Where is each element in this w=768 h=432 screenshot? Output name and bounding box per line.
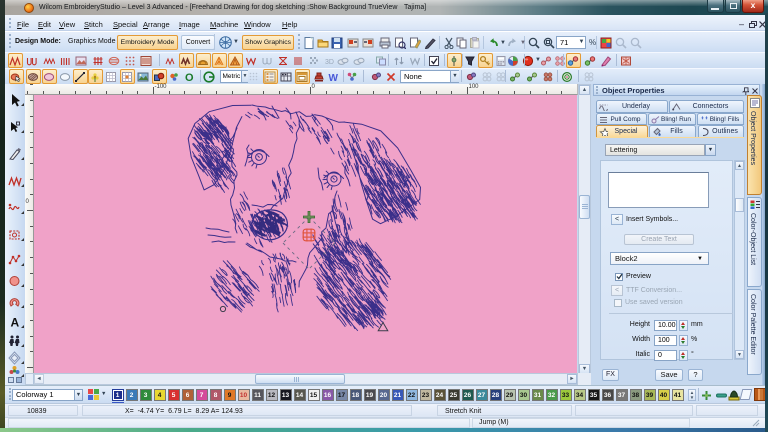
svg-text:A: A — [11, 316, 20, 330]
svg-text:3D: 3D — [325, 59, 334, 66]
svg-text:O: O — [185, 72, 194, 83]
svg-text:W: W — [329, 73, 339, 83]
